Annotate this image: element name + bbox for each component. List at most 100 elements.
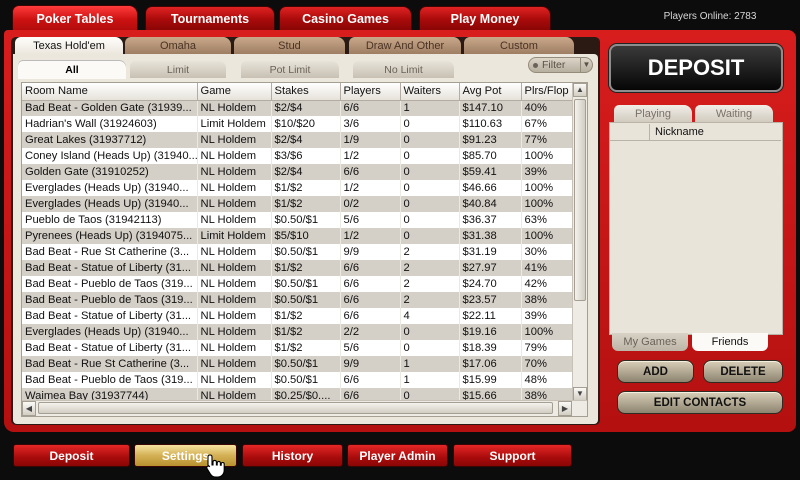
vertical-scroll-thumb[interactable] xyxy=(574,99,586,301)
cell-stakes: $1/$2 xyxy=(271,260,341,276)
cell-players: 3/6 xyxy=(340,116,401,132)
cell-game: Limit Holdem xyxy=(197,116,272,132)
tab-limit[interactable]: Limit xyxy=(130,61,226,78)
scroll-right-icon[interactable]: ▶ xyxy=(558,401,572,416)
cell-room-name: Everglades (Heads Up) (31940... xyxy=(22,180,198,196)
edit-contacts-button[interactable]: EDIT CONTACTS xyxy=(617,391,783,414)
deposit-nav-button[interactable]: Deposit xyxy=(13,444,130,467)
table-row[interactable]: Everglades (Heads Up) (31940... NL Holdem… xyxy=(22,324,575,340)
cell-room-name: Pyrenees (Heads Up) (3194075... xyxy=(22,228,198,244)
table-row[interactable]: Bad Beat - Statue of Liberty (31... NL Ho… xyxy=(22,260,575,276)
cell-game: NL Holdem xyxy=(197,308,272,324)
cell-players: 5/6 xyxy=(340,340,401,356)
tab-poker-tables[interactable]: Poker Tables xyxy=(12,5,138,31)
cell-players: 1/2 xyxy=(340,180,401,196)
cell-plrs-flop: 100% xyxy=(521,324,575,340)
player-admin-button[interactable]: Player Admin xyxy=(347,444,448,467)
chevron-down-icon[interactable]: ▼ xyxy=(580,58,592,72)
tab-no-limit[interactable]: No Limit xyxy=(353,61,454,78)
vertical-scrollbar[interactable]: ▲ ▼ xyxy=(572,83,587,401)
cell-players: 9/9 xyxy=(340,356,401,372)
cell-room-name: Bad Beat - Rue St Catherine (3... xyxy=(22,244,198,260)
table-row[interactable]: Everglades (Heads Up) (31940... NL Holdem… xyxy=(22,180,575,196)
nickname-column-header[interactable]: Nickname xyxy=(655,126,704,138)
cell-stakes: $0.50/$1 xyxy=(271,372,341,388)
column-header-waiters[interactable]: Waiters xyxy=(400,83,460,101)
cell-players: 2/2 xyxy=(340,324,401,340)
scroll-down-icon[interactable]: ▼ xyxy=(573,387,587,401)
tab-casino-games[interactable]: Casino Games xyxy=(279,6,412,30)
tab-pot-limit[interactable]: Pot Limit xyxy=(241,61,339,78)
tab-texas-holdem[interactable]: Texas Hold'em xyxy=(15,37,123,55)
contacts-list[interactable] xyxy=(609,122,783,335)
tab-playing[interactable]: Playing xyxy=(614,105,692,123)
tab-friends[interactable]: Friends xyxy=(692,333,768,351)
table-row[interactable]: Bad Beat - Pueblo de Taos (319... NL Hold… xyxy=(22,276,575,292)
add-button[interactable]: ADD xyxy=(617,360,694,383)
table-row[interactable]: Bad Beat - Statue of Liberty (31... NL Ho… xyxy=(22,340,575,356)
table-row[interactable]: Hadrian's Wall (31924603) Limit Holdem $10… xyxy=(22,116,575,132)
deposit-button[interactable]: DEPOSIT xyxy=(609,44,783,92)
tab-all[interactable]: All xyxy=(18,61,126,79)
cell-players: 5/6 xyxy=(340,212,401,228)
cell-avg-pot: $110.63 xyxy=(459,116,522,132)
tab-draw-and-other[interactable]: Draw And Other xyxy=(349,37,461,54)
tab-waiting[interactable]: Waiting xyxy=(695,105,773,123)
table-row[interactable]: Everglades (Heads Up) (31940... NL Holdem… xyxy=(22,196,575,212)
scroll-left-icon[interactable]: ◀ xyxy=(22,401,36,416)
cell-avg-pot: $31.19 xyxy=(459,244,522,260)
cell-waiters: 0 xyxy=(400,212,460,228)
horizontal-scroll-thumb[interactable] xyxy=(38,402,553,414)
cell-waiters: 2 xyxy=(400,244,460,260)
tab-stud[interactable]: Stud xyxy=(234,37,345,54)
filter-button[interactable]: Filter ▼ xyxy=(528,57,593,73)
cell-avg-pot: $85.70 xyxy=(459,148,522,164)
cell-waiters: 0 xyxy=(400,340,460,356)
cell-plrs-flop: 42% xyxy=(521,276,575,292)
table-row[interactable]: Golden Gate (31910252) NL Holdem $2/$4 6/6 0… xyxy=(22,164,575,180)
table-row[interactable]: Pyrenees (Heads Up) (3194075... Limit Hol… xyxy=(22,228,575,244)
column-header-room-name[interactable]: Room Name xyxy=(22,83,198,101)
filter-label: Filter xyxy=(542,59,566,71)
cell-plrs-flop: 100% xyxy=(521,180,575,196)
column-header-stakes[interactable]: Stakes xyxy=(271,83,341,101)
table-row[interactable]: Great Lakes (31937712) NL Holdem $2/$4 1/9 0… xyxy=(22,132,575,148)
cell-stakes: $2/$4 xyxy=(271,164,341,180)
table-row[interactable]: Pueblo de Taos (31942113) NL Holdem $0.50/… xyxy=(22,212,575,228)
column-header-players[interactable]: Players xyxy=(340,83,401,101)
table-row[interactable]: Bad Beat - Pueblo de Taos (319... NL Hold… xyxy=(22,292,575,308)
cell-game: NL Holdem xyxy=(197,212,272,228)
cell-waiters: 2 xyxy=(400,276,460,292)
support-button[interactable]: Support xyxy=(453,444,572,467)
table-row[interactable]: Bad Beat - Rue St Catherine (3...NL Hold… xyxy=(22,356,575,372)
table-row[interactable]: Coney Island (Heads Up) (31940... NL Hold… xyxy=(22,148,575,164)
scroll-up-icon[interactable]: ▲ xyxy=(573,83,587,97)
horizontal-scrollbar[interactable]: ◀ ▶ xyxy=(22,400,587,416)
table-row[interactable]: Bad Beat - Rue St Catherine (3...NL Hold… xyxy=(22,244,575,260)
tab-my-games[interactable]: My Games xyxy=(612,333,688,351)
column-header-avg-pot[interactable]: Avg Pot xyxy=(459,83,522,101)
cell-stakes: $2/$4 xyxy=(271,132,341,148)
delete-button[interactable]: DELETE xyxy=(703,360,783,383)
cell-plrs-flop: 39% xyxy=(521,308,575,324)
cell-stakes: $0.50/$1 xyxy=(271,276,341,292)
cell-waiters: 2 xyxy=(400,292,460,308)
cell-room-name: Hadrian's Wall (31924603) xyxy=(22,116,198,132)
cell-game: NL Holdem xyxy=(197,276,272,292)
cell-avg-pot: $147.10 xyxy=(459,100,522,116)
table-row[interactable]: Bad Beat - Statue of Liberty (31... NL Ho… xyxy=(22,308,575,324)
column-header-game[interactable]: Game xyxy=(197,83,272,101)
history-button[interactable]: History xyxy=(242,444,343,467)
tab-tournaments[interactable]: Tournaments xyxy=(145,6,275,30)
cell-waiters: 0 xyxy=(400,148,460,164)
tab-play-money[interactable]: Play Money xyxy=(419,6,551,30)
cell-room-name: Bad Beat - Pueblo de Taos (319... xyxy=(22,292,198,308)
table-row[interactable]: Bad Beat - Golden Gate (31939... NL Holde… xyxy=(22,100,575,116)
tab-custom[interactable]: Custom xyxy=(464,37,574,54)
cell-stakes: $1/$2 xyxy=(271,340,341,356)
tab-omaha[interactable]: Omaha xyxy=(125,37,231,54)
table-row[interactable]: Bad Beat - Pueblo de Taos (319... NL Hold… xyxy=(22,372,575,388)
column-header-plrs-flop[interactable]: Plrs/Flop xyxy=(521,83,575,101)
cell-room-name: Bad Beat - Pueblo de Taos (319... xyxy=(22,276,198,292)
cell-game: NL Holdem xyxy=(197,180,272,196)
